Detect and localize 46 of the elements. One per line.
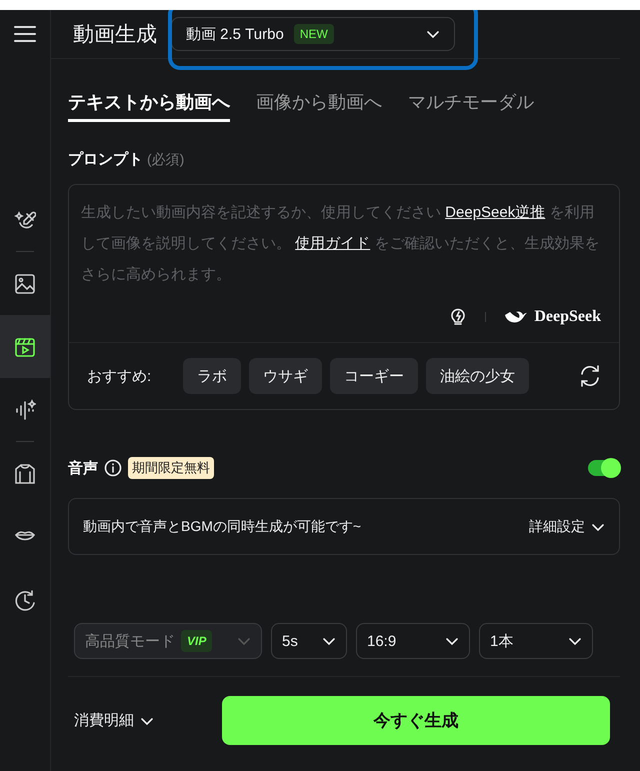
- audio-label: 音声: [68, 458, 98, 478]
- menu-icon[interactable]: [14, 25, 36, 43]
- generate-button[interactable]: 今すぐ生成: [222, 696, 610, 745]
- promo-badge: 期間限定無料: [128, 457, 214, 479]
- suggestions-label: おすすめ:: [87, 366, 152, 386]
- audio-description: 動画内で音声とBGMの同時生成が可能です~: [83, 518, 362, 536]
- option-select[interactable]: 5s: [271, 623, 347, 659]
- option-select[interactable]: 1本: [479, 623, 593, 659]
- tab[interactable]: マルチモーダル: [408, 84, 534, 122]
- cost-details-button[interactable]: 消費明細: [74, 711, 222, 730]
- history-icon[interactable]: [14, 588, 36, 610]
- caret-icon: [426, 28, 440, 40]
- page-title: 動画生成: [73, 22, 157, 48]
- caret-icon: [445, 635, 459, 647]
- suggestion-chip[interactable]: 油絵の少女: [426, 358, 530, 394]
- link[interactable]: 使用ガイド: [295, 235, 370, 252]
- shirt-icon[interactable]: [14, 462, 36, 484]
- details-button[interactable]: 詳細設定: [529, 518, 605, 536]
- magic-wand-icon[interactable]: [14, 208, 36, 230]
- caret-icon: [568, 635, 582, 647]
- lightbulb-icon[interactable]: [449, 307, 468, 328]
- caret-icon: [237, 635, 251, 647]
- vip-badge: VIP: [181, 630, 212, 652]
- deepseek-button[interactable]: DeepSeek: [504, 308, 601, 326]
- suggestion-chip[interactable]: コーギー: [330, 358, 418, 394]
- audio-toggle[interactable]: [588, 460, 620, 476]
- video-icon[interactable]: [14, 336, 36, 358]
- required-note: (必須): [147, 151, 184, 169]
- audio-wave-icon[interactable]: [14, 398, 36, 420]
- tab[interactable]: 画像から動画へ: [256, 84, 382, 122]
- option-select[interactable]: 16:9: [356, 623, 470, 659]
- whale-icon: [504, 309, 528, 326]
- prompt-placeholder: 生成したい動画内容を記述するか、使用してください DeepSeek逆推 を利用して画像を説明してください。 使用ガイド をご確認いただくと、生成効果をさらに高められます。: [81, 203, 600, 285]
- image-icon[interactable]: [14, 272, 36, 294]
- model-select[interactable]: 動画 2.5 Turbo NEW: [171, 17, 455, 51]
- brand-name: DeepSeek: [534, 308, 601, 326]
- suggestion-chip[interactable]: ラボ: [183, 358, 242, 394]
- caret-icon: [322, 635, 336, 647]
- refresh-icon[interactable]: [579, 365, 601, 388]
- prompt-field[interactable]: 生成したい動画内容を記述するか、使用してください DeepSeek逆推 を利用して画像を説明してください。 使用ガイド をご確認いただくと、生成効果をさらに高められます。 DeepSeek おすすめ: ラボ ウサギ コーギー 油絵の少女: [68, 184, 620, 410]
- new-badge: NEW: [294, 24, 334, 44]
- suggestion-chip[interactable]: ウサギ: [249, 358, 322, 394]
- tab[interactable]: テキストから動画へ: [68, 84, 230, 122]
- info-icon[interactable]: [104, 459, 122, 477]
- link[interactable]: DeepSeek逆推: [445, 204, 546, 221]
- prompt-label: プロンプト: [68, 150, 143, 169]
